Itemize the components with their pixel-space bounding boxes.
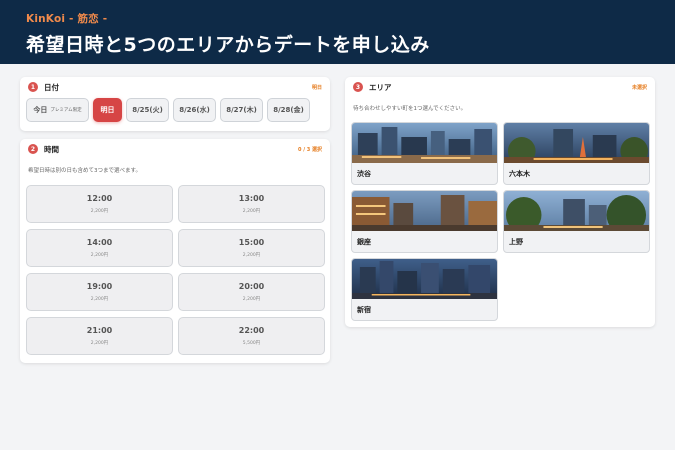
date-option-label: 8/27(木) <box>226 106 257 114</box>
time-section-title: 時間 <box>44 144 59 154</box>
date-option-label: 8/26(水) <box>179 106 210 114</box>
area-option-shinjuku[interactable]: 新宿 <box>351 258 498 321</box>
date-selection-status: 明日 <box>311 84 322 91</box>
date-card: 1 日付 明日 今日 プレミアム限定 明日 8/25(火) 8/26(水) 8/… <box>20 77 330 131</box>
time-slot-22-00[interactable]: 22:00 5,500円 <box>178 317 325 355</box>
area-option-ginza[interactable]: 銀座 <box>351 190 498 253</box>
time-section-description: 希望日時は別の日も含めて3つまで選べます。 <box>28 168 141 174</box>
ueno-photo <box>504 191 649 231</box>
time-card-header: 2 時間 0 / 3 選択 <box>28 143 322 155</box>
time-slot-15-00[interactable]: 15:00 2,200円 <box>178 229 325 267</box>
page-title: 希望日時と5つのエリアからデートを申し込み <box>26 34 430 56</box>
area-option-ueno[interactable]: 上野 <box>503 190 650 253</box>
area-card: 3 エリア 未選択 待ち合わせしやすい町を1つ選んでください。 渋谷 六本木 銀… <box>345 77 655 327</box>
slot-time: 21:00 <box>86 326 113 335</box>
slot-price: 2,200円 <box>90 297 109 302</box>
date-option-label: 今日 <box>33 106 48 114</box>
brand-name: KinKoi - 筋恋 - <box>26 13 108 25</box>
slot-price: 5,500円 <box>242 341 261 346</box>
time-slot-14-00[interactable]: 14:00 2,200円 <box>26 229 173 267</box>
date-option-8-27[interactable]: 8/27(木) <box>220 98 263 122</box>
date-option-today[interactable]: 今日 プレミアム限定 <box>26 98 89 122</box>
date-option-label: 8/25(火) <box>132 106 163 114</box>
area-option-shibuya[interactable]: 渋谷 <box>351 122 498 185</box>
date-option-8-25[interactable]: 8/25(火) <box>126 98 169 122</box>
date-option-label: 明日 <box>100 106 115 114</box>
roppongi-photo <box>504 123 649 163</box>
date-option-8-28[interactable]: 8/28(金) <box>267 98 310 122</box>
area-name: 銀座 <box>357 238 371 246</box>
time-selection-count: 0 / 3 選択 <box>297 146 322 153</box>
area-name: 渋谷 <box>357 170 371 178</box>
area-option-roppongi[interactable]: 六本木 <box>503 122 650 185</box>
area-card-header: 3 エリア 未選択 <box>353 81 647 93</box>
app-header: KinKoi - 筋恋 - 希望日時と5つのエリアからデートを申し込み <box>0 0 675 64</box>
slot-price: 2,200円 <box>90 341 109 346</box>
slot-time: 20:00 <box>238 282 265 291</box>
slot-time: 14:00 <box>86 238 113 247</box>
shibuya-photo <box>352 123 497 163</box>
date-option-tomorrow[interactable]: 明日 <box>93 98 122 122</box>
slot-time: 13:00 <box>238 194 265 203</box>
time-slot-20-00[interactable]: 20:00 2,200円 <box>178 273 325 311</box>
time-slot-13-00[interactable]: 13:00 2,200円 <box>178 185 325 223</box>
step-number-badge: 3 <box>353 82 363 92</box>
area-selection-status: 未選択 <box>631 84 647 91</box>
slot-time: 12:00 <box>86 194 113 203</box>
slot-price: 2,200円 <box>242 209 261 214</box>
time-slot-grid: 12:00 2,200円 13:00 2,200円 14:00 2,200円 1… <box>26 185 325 355</box>
area-grid: 渋谷 六本木 銀座 上野 新宿 <box>351 122 650 321</box>
shinjuku-photo <box>352 259 497 299</box>
area-name: 上野 <box>509 238 523 246</box>
time-slot-19-00[interactable]: 19:00 2,200円 <box>26 273 173 311</box>
step-number-badge: 2 <box>28 144 38 154</box>
time-slot-12-00[interactable]: 12:00 2,200円 <box>26 185 173 223</box>
slot-time: 15:00 <box>238 238 265 247</box>
area-section-description: 待ち合わせしやすい町を1つ選んでください。 <box>353 106 467 112</box>
ginza-photo <box>352 191 497 231</box>
slot-price: 2,200円 <box>242 253 261 258</box>
slot-price: 2,200円 <box>242 297 261 302</box>
date-option-label: 8/28(金) <box>273 106 304 114</box>
date-section-title: 日付 <box>44 82 59 92</box>
slot-price: 2,200円 <box>90 253 109 258</box>
date-card-header: 1 日付 明日 <box>28 81 322 93</box>
slot-time: 22:00 <box>238 326 265 335</box>
area-section-title: エリア <box>369 82 392 92</box>
date-options: 今日 プレミアム限定 明日 8/25(火) 8/26(水) 8/27(木) 8/… <box>26 98 314 122</box>
time-card: 2 時間 0 / 3 選択 希望日時は別の日も含めて3つまで選べます。 12:0… <box>20 139 330 363</box>
area-name: 六本木 <box>509 170 530 178</box>
time-slot-21-00[interactable]: 21:00 2,200円 <box>26 317 173 355</box>
date-option-8-26[interactable]: 8/26(水) <box>173 98 216 122</box>
area-name: 新宿 <box>357 306 371 314</box>
slot-price: 2,200円 <box>90 209 109 214</box>
premium-only-note: プレミアム限定 <box>50 108 82 113</box>
slot-time: 19:00 <box>86 282 113 291</box>
step-number-badge: 1 <box>28 82 38 92</box>
